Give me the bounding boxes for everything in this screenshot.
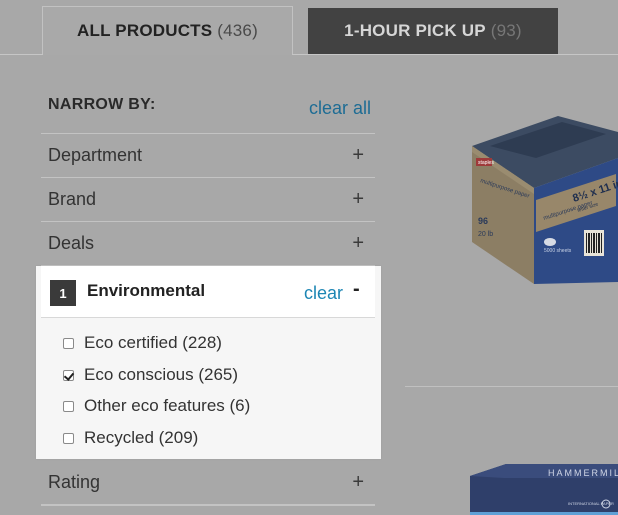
tab-one-hour-pickup[interactable]: 1-HOUR PICK UP (93)	[308, 8, 558, 54]
expand-icon[interactable]: +	[352, 188, 364, 211]
collapse-icon[interactable]: -	[353, 278, 360, 301]
selected-count-badge: 1	[50, 280, 76, 306]
tab-all-products[interactable]: ALL PRODUCTS (436)	[42, 6, 293, 54]
product1-brightness: 96	[478, 216, 488, 226]
option-label: Recycled (209)	[84, 428, 199, 447]
product2-sub: INTERNATIONAL PAPER	[568, 501, 614, 506]
facet-environmental-header[interactable]: 1 Environmental clear -	[41, 266, 375, 318]
option-label: Other eco features (6)	[84, 396, 251, 415]
facet-deals[interactable]: Deals +	[41, 222, 375, 266]
option-label: Eco certified (228)	[84, 333, 222, 352]
tab-active-gap	[43, 54, 292, 55]
facet-label: Rating	[48, 472, 101, 492]
barcode-icon	[584, 230, 604, 256]
product-divider	[405, 386, 618, 387]
checkbox[interactable]	[63, 432, 74, 444]
product-image-paper-box[interactable]: staples multipurpose paper 96 20 lb mult…	[466, 102, 618, 292]
option-eco-certified[interactable]: Eco certified (228)	[63, 332, 222, 354]
expand-icon[interactable]: +	[352, 471, 364, 494]
tab-all-products-label: ALL PRODUCTS	[77, 20, 213, 40]
tab-pickup-label: 1-HOUR PICK UP	[344, 21, 486, 40]
product1-sheets: 5000 sheets	[544, 248, 572, 254]
eco-logo-icon	[544, 238, 556, 246]
option-eco-conscious[interactable]: Eco conscious (265)	[63, 364, 238, 386]
facet-label: Deals	[48, 233, 95, 253]
clear-all-link[interactable]: clear all	[309, 98, 371, 119]
product1-brand: staples	[478, 160, 494, 166]
checkbox[interactable]	[63, 400, 74, 412]
facet-department[interactable]: Department +	[41, 134, 375, 178]
expand-icon[interactable]: +	[352, 144, 364, 167]
product-image-hammermill-box[interactable]: HAMMERMILL INTERNATIONAL PAPER	[470, 462, 618, 515]
facet-rating[interactable]: Rating +	[41, 461, 375, 505]
tab-all-products-count: (436)	[217, 20, 258, 40]
facet-environmental: 1 Environmental clear - Eco certified (2…	[36, 266, 381, 459]
facet-label: Department	[48, 145, 143, 165]
checkbox-checked[interactable]	[63, 369, 74, 381]
option-other-eco-features[interactable]: Other eco features (6)	[63, 395, 250, 417]
clear-environmental-link[interactable]: clear	[304, 283, 343, 304]
checkbox[interactable]	[63, 337, 74, 349]
expand-icon[interactable]: +	[352, 232, 364, 255]
option-recycled[interactable]: Recycled (209)	[63, 427, 198, 449]
divider	[41, 505, 375, 506]
product2-brand: HAMMERMILL	[548, 468, 618, 478]
filter-title: NARROW BY:	[48, 96, 156, 113]
facet-label: Brand	[48, 189, 97, 209]
facet-brand[interactable]: Brand +	[41, 178, 375, 222]
tab-pickup-count: (93)	[490, 21, 522, 40]
page: ALL PRODUCTS (436) 1-HOUR PICK UP (93) N…	[0, 0, 618, 515]
product1-weight: 20 lb	[478, 231, 493, 238]
facet-environmental-title: Environmental	[87, 281, 206, 300]
option-label: Eco conscious (265)	[84, 365, 239, 384]
filter-header: NARROW BY: clear all	[41, 88, 375, 134]
